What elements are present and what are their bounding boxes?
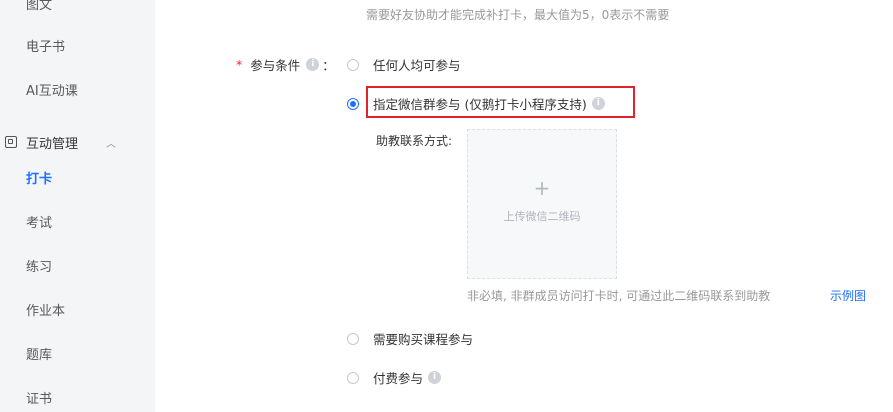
upload-hint-text: 非必填, 非群成员访问打卡时, 可通过此二维码联系到助教 — [467, 289, 771, 303]
radio-option-wechat-group[interactable]: 指定微信群参与 (仅鹅打卡小程序支持) i — [347, 94, 605, 113]
sidebar-item-ai-course[interactable]: AI互动课 — [26, 83, 78, 101]
info-icon[interactable]: i — [591, 97, 605, 110]
upload-text: 上传微信二维码 — [503, 210, 581, 223]
sidebar-item-checkin[interactable]: 打卡 — [26, 171, 52, 189]
radio-label: 付费参与 — [373, 371, 424, 386]
radio-option-purchase-course[interactable]: 需要购买课程参与 — [347, 329, 473, 348]
radio-button-checked[interactable] — [347, 97, 359, 110]
interactive-management-icon — [5, 136, 17, 148]
plus-icon: + — [533, 176, 551, 200]
sidebar-item-exam[interactable]: 考试 — [26, 215, 52, 233]
condition-label-text: 参与条件 — [250, 58, 301, 73]
sidebar-group-interactive[interactable]: 互动管理 ︿ — [5, 133, 116, 152]
sidebar-item-ebook[interactable]: 电子书 — [26, 39, 65, 57]
sidebar: 图文 电子书 AI互动课 互动管理 ︿ 打卡 考试 练习 作业本 题库 证书 — [0, 0, 155, 412]
radio-label: 需要购买课程参与 — [373, 332, 474, 347]
radio-label: 指定微信群参与 (仅鹅打卡小程序支持) — [373, 97, 587, 112]
radio-button[interactable] — [347, 371, 359, 384]
sidebar-item-homework[interactable]: 作业本 — [26, 303, 65, 321]
required-mark: * — [236, 57, 243, 72]
radio-button[interactable] — [347, 58, 359, 71]
sidebar-item-certificate[interactable]: 证书 — [26, 391, 52, 409]
sidebar-item-graphic[interactable]: 图文 — [26, 0, 52, 15]
radio-button[interactable] — [347, 332, 359, 345]
sidebar-group-label: 互动管理 — [26, 136, 79, 152]
radio-option-anyone[interactable]: 任何人均可参与 — [347, 55, 461, 74]
sidebar-item-practice[interactable]: 练习 — [26, 259, 52, 277]
qr-upload-box[interactable]: + 上传微信二维码 — [467, 129, 617, 279]
label-colon: ： — [322, 58, 335, 73]
example-image-link[interactable]: 示例图 — [830, 287, 866, 304]
assistant-contact-label: 助教联系方式: — [376, 134, 453, 148]
radio-option-paid[interactable]: 付费参与 i — [347, 368, 442, 387]
condition-field-label: * 参与条件 i ： — [236, 55, 335, 74]
info-icon[interactable]: i — [428, 371, 442, 384]
makeup-hint-text: 需要好友协助才能完成补打卡，最大值为5，0表示不需要 — [366, 8, 670, 22]
chevron-up-icon[interactable]: ︿ — [106, 135, 116, 150]
sidebar-item-question-bank[interactable]: 题库 — [26, 347, 52, 365]
radio-label: 任何人均可参与 — [373, 58, 461, 73]
info-icon[interactable]: i — [306, 58, 320, 71]
